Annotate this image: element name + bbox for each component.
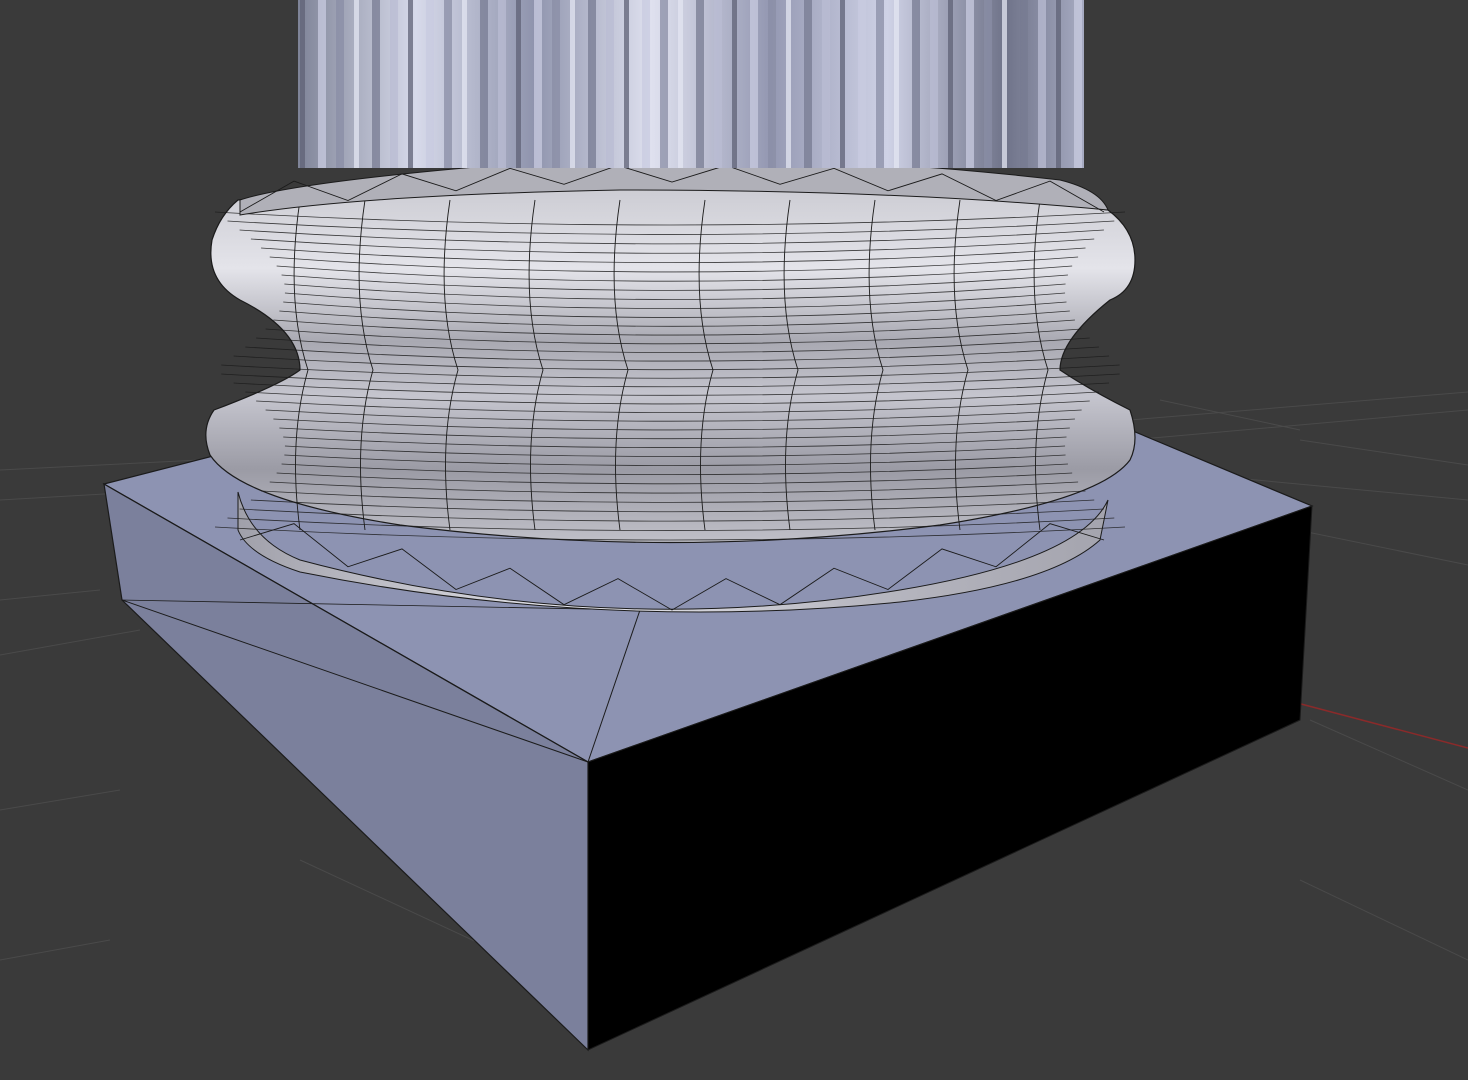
column-flute <box>894 0 899 168</box>
column-flute <box>624 0 629 168</box>
column-flute <box>678 0 683 168</box>
viewport-scene <box>0 0 1468 1052</box>
column-flute <box>912 0 920 168</box>
column-flute <box>606 0 614 168</box>
column-flute <box>750 0 758 168</box>
column-flute <box>732 0 737 168</box>
grid-line <box>1129 391 1468 421</box>
column-flute <box>876 0 884 168</box>
column-flute <box>300 0 305 168</box>
column-flute <box>1038 0 1046 168</box>
column-flute <box>462 0 467 168</box>
column-flute <box>786 0 791 168</box>
column-flute <box>984 0 992 168</box>
column-flute <box>930 0 938 168</box>
grid-line <box>0 629 141 656</box>
column-shaft <box>298 0 1084 168</box>
grid-line <box>1299 879 1468 961</box>
column-flute <box>516 0 521 168</box>
column-flute <box>768 0 776 168</box>
column-flute <box>642 0 650 168</box>
grid-line <box>0 589 101 601</box>
column-flute <box>534 0 542 168</box>
column-flute <box>1056 0 1061 168</box>
grid-line <box>1309 719 1468 791</box>
column-flute <box>570 0 575 168</box>
grid-line <box>1129 409 1468 441</box>
column-flute <box>858 0 866 168</box>
column-flute <box>804 0 812 168</box>
column-flute <box>696 0 704 168</box>
column-flute <box>336 0 344 168</box>
column-flute <box>390 0 398 168</box>
column-flute <box>714 0 722 168</box>
column-flute <box>498 0 506 168</box>
column-flute <box>318 0 326 168</box>
column-flute <box>354 0 359 168</box>
column-flute <box>966 0 974 168</box>
column-flute <box>840 0 845 168</box>
column-flute <box>480 0 488 168</box>
column-flute <box>822 0 830 168</box>
column-flute <box>1074 0 1082 168</box>
column-flute <box>660 0 668 168</box>
column-flute <box>444 0 452 168</box>
grid-line <box>1299 439 1468 466</box>
grid-line <box>0 789 121 811</box>
column-flute <box>1002 0 1007 168</box>
column-flute <box>588 0 596 168</box>
grid-line <box>0 939 111 961</box>
3d-viewport[interactable] <box>0 0 1468 1080</box>
column-flute <box>552 0 560 168</box>
grid-line <box>1159 399 1301 431</box>
column-flute <box>426 0 434 168</box>
column-flute <box>408 0 413 168</box>
column-flute <box>372 0 380 168</box>
column-base-torus <box>205 176 1136 544</box>
column-flute <box>1020 0 1028 168</box>
column-flute <box>948 0 953 168</box>
